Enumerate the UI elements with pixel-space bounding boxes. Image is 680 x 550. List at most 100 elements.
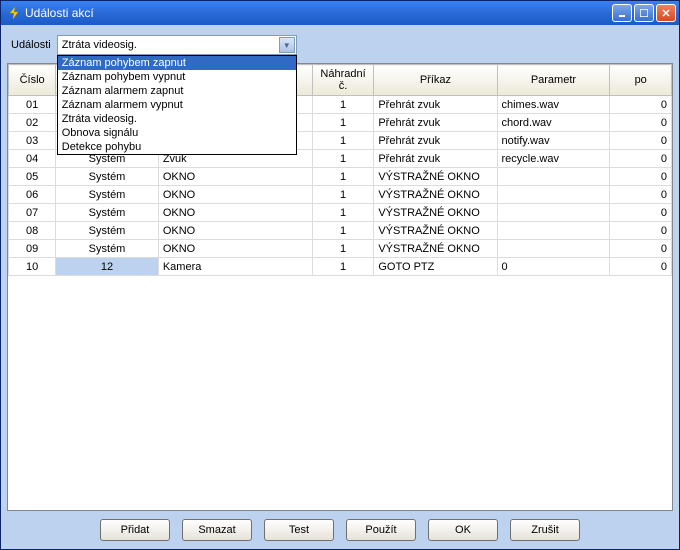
table-row[interactable]: 09SystémOKNO1VÝSTRAŽNÉ OKNO 0 (9, 240, 672, 258)
table-cell: GOTO PTZ (374, 258, 497, 276)
col-param[interactable]: Parametr (497, 65, 610, 96)
filter-row: Události Ztráta videosig. ▼ Záznam pohyb… (7, 31, 673, 63)
content-area: Události Ztráta videosig. ▼ Záznam pohyb… (1, 25, 679, 549)
dropdown-option[interactable]: Detekce pohybu (58, 140, 296, 154)
table-cell: 0 (610, 222, 672, 240)
table-cell: Přehrát zvuk (374, 114, 497, 132)
table-cell: Přehrát zvuk (374, 150, 497, 168)
table-cell: 08 (9, 222, 56, 240)
table-cell: 1 (312, 204, 374, 222)
events-dropdown[interactable]: Záznam pohybem zapnutZáznam pohybem vypn… (57, 55, 297, 155)
table-row[interactable]: 06SystémOKNO1VÝSTRAŽNÉ OKNO 0 (9, 186, 672, 204)
table-cell: VÝSTRAŽNÉ OKNO (374, 222, 497, 240)
table-cell: notify.wav (497, 132, 610, 150)
table-row[interactable]: 08SystémOKNO1VÝSTRAŽNÉ OKNO 0 (9, 222, 672, 240)
table-cell: Kamera (158, 258, 312, 276)
col-replace[interactable]: Náhradní č. (312, 65, 374, 96)
table-cell: Přehrát zvuk (374, 132, 497, 150)
table-cell: 0 (610, 204, 672, 222)
table-cell (497, 240, 610, 258)
add-button[interactable]: Přidat (100, 519, 170, 541)
table-cell: 1 (312, 240, 374, 258)
events-combo-value: Ztráta videosig. (62, 39, 137, 51)
table-row[interactable]: 1012Kamera1GOTO PTZ00 (9, 258, 672, 276)
table-cell: 0 (610, 258, 672, 276)
table-cell: 0 (610, 186, 672, 204)
table-cell: 03 (9, 132, 56, 150)
table-cell: 1 (312, 186, 374, 204)
table-cell: 0 (610, 96, 672, 114)
dropdown-option[interactable]: Záznam alarmem vypnut (58, 98, 296, 112)
table-cell: 0 (610, 240, 672, 258)
delete-button[interactable]: Smazat (182, 519, 252, 541)
test-button[interactable]: Test (264, 519, 334, 541)
table-cell: VÝSTRAŽNÉ OKNO (374, 204, 497, 222)
table-cell: 02 (9, 114, 56, 132)
table-cell: 12 (56, 258, 159, 276)
table-cell: Systém (56, 222, 159, 240)
table-cell: 05 (9, 168, 56, 186)
table-cell: 1 (312, 258, 374, 276)
table-cell: 0 (610, 114, 672, 132)
table-cell: 1 (312, 222, 374, 240)
table-cell: 1 (312, 150, 374, 168)
table-cell: OKNO (158, 204, 312, 222)
table-cell: VÝSTRAŽNÉ OKNO (374, 240, 497, 258)
table-cell (497, 186, 610, 204)
minimize-button[interactable] (612, 4, 632, 22)
table-cell: Systém (56, 204, 159, 222)
table-cell: chord.wav (497, 114, 610, 132)
table-cell: 04 (9, 150, 56, 168)
close-button[interactable] (656, 4, 676, 22)
dropdown-option[interactable]: Obnova signálu (58, 126, 296, 140)
table-row[interactable]: 05SystémOKNO1VÝSTRAŽNÉ OKNO0 (9, 168, 672, 186)
dropdown-option[interactable]: Ztráta videosig. (58, 112, 296, 126)
table-cell (497, 168, 610, 186)
table-cell (497, 222, 610, 240)
table-cell: Systém (56, 186, 159, 204)
dropdown-option[interactable]: Záznam alarmem zapnut (58, 84, 296, 98)
table-cell: chimes.wav (497, 96, 610, 114)
table-cell: OKNO (158, 186, 312, 204)
col-number[interactable]: Číslo (9, 65, 56, 96)
maximize-button[interactable] (634, 4, 654, 22)
dropdown-option[interactable]: Záznam pohybem vypnut (58, 70, 296, 84)
table-cell: VÝSTRAŽNÉ OKNO (374, 186, 497, 204)
events-label: Události (11, 39, 51, 51)
table-cell: OKNO (158, 222, 312, 240)
titlebar: Události akcí (1, 1, 679, 25)
window: Události akcí Události Ztráta videosig. … (0, 0, 680, 550)
table-cell: 1 (312, 132, 374, 150)
table-cell: 0 (610, 150, 672, 168)
table-cell: 0 (610, 168, 672, 186)
col-po[interactable]: po (610, 65, 672, 96)
apply-button[interactable]: Použít (346, 519, 416, 541)
cancel-button[interactable]: Zrušit (510, 519, 580, 541)
button-row: Přidat Smazat Test Použít OK Zrušit (7, 511, 673, 543)
table-cell: 1 (312, 96, 374, 114)
table-cell: 0 (497, 258, 610, 276)
events-combobox[interactable]: Ztráta videosig. ▼ (57, 35, 297, 55)
table-cell: 0 (610, 132, 672, 150)
table-cell (497, 204, 610, 222)
col-command[interactable]: Příkaz (374, 65, 497, 96)
table-cell: 01 (9, 96, 56, 114)
table-cell: VÝSTRAŽNÉ OKNO (374, 168, 497, 186)
table-cell: recycle.wav (497, 150, 610, 168)
table-row[interactable]: 07SystémOKNO1VÝSTRAŽNÉ OKNO 0 (9, 204, 672, 222)
table-cell: 1 (312, 168, 374, 186)
window-title: Události akcí (25, 6, 612, 20)
table-cell: OKNO (158, 240, 312, 258)
window-buttons (612, 4, 676, 22)
app-icon (7, 6, 21, 20)
ok-button[interactable]: OK (428, 519, 498, 541)
chevron-down-icon: ▼ (279, 37, 295, 53)
table-cell: 09 (9, 240, 56, 258)
table-cell: 07 (9, 204, 56, 222)
table-cell: Přehrát zvuk (374, 96, 497, 114)
table-cell: 06 (9, 186, 56, 204)
events-combo-wrap: Ztráta videosig. ▼ Záznam pohybem zapnut… (57, 35, 297, 55)
dropdown-option[interactable]: Záznam pohybem zapnut (58, 56, 296, 70)
table-cell: OKNO (158, 168, 312, 186)
table-cell: Systém (56, 240, 159, 258)
